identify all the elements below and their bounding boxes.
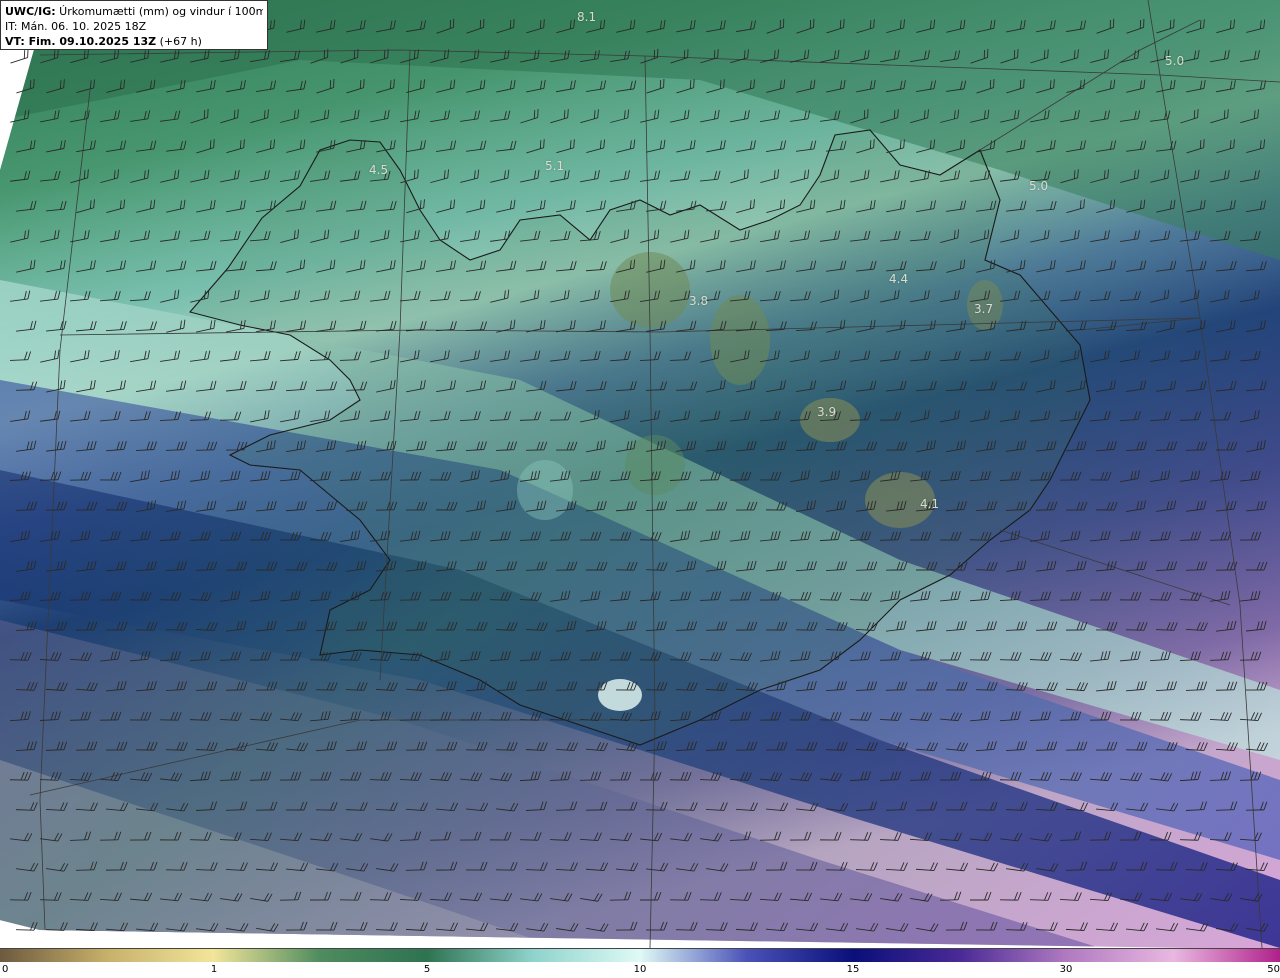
map-title: UWC/IG: Úrkomumætti (mm) og vindur í 100… [5, 4, 263, 19]
colorbar-tick-label: 30 [1059, 964, 1073, 975]
colorbar-tick-label: 50 [1267, 964, 1280, 975]
precip-value-label: 3.7 [974, 302, 994, 316]
precip-value-label: 3.9 [817, 405, 837, 419]
precip-value-label: 4.1 [920, 497, 940, 511]
forecast-map[interactable]: UWC/IG: Úrkomumætti (mm) og vindur í 100… [0, 0, 1280, 948]
precip-value-label: 8.1 [577, 10, 597, 24]
precip-value-label: 5.0 [1165, 54, 1185, 68]
precip-value-label: 4.4 [889, 272, 909, 286]
valid-time-date: VT: Fim. 09.10.2025 13Z [5, 35, 157, 48]
lead-time: (+67 h) [156, 35, 202, 48]
wind-barb [10, 49, 29, 64]
map-header: UWC/IG: Úrkomumætti (mm) og vindur í 100… [0, 0, 268, 50]
precip-value-label: 3.8 [689, 294, 709, 308]
colorbar: 0 1 5 10 15 30 50 [0, 948, 1280, 978]
colorbar-tick-label: 0 [2, 964, 9, 975]
precip-value-label: 5.0 [1029, 179, 1049, 193]
precip-value-label: 5.1 [545, 159, 565, 173]
initial-time: IT: Mán. 06. 10. 2025 18Z [5, 20, 147, 33]
valid-time: VT: Fim. 09.10.2025 13Z (+67 h) [5, 34, 263, 49]
precip-value-label: 4.5 [369, 163, 389, 177]
colorbar-gradient [0, 948, 1280, 962]
product-name: Úrkomumætti (mm) og vindur í 100m hæð [59, 5, 263, 18]
colorbar-tick-label: 15 [846, 964, 860, 975]
map-canvas [0, 0, 1280, 948]
colorbar-tick-label: 1 [210, 964, 218, 975]
colorbar-tick-label: 5 [423, 964, 431, 975]
model-code: UWC/IG: [5, 5, 56, 18]
colorbar-tick-label: 10 [633, 964, 647, 975]
